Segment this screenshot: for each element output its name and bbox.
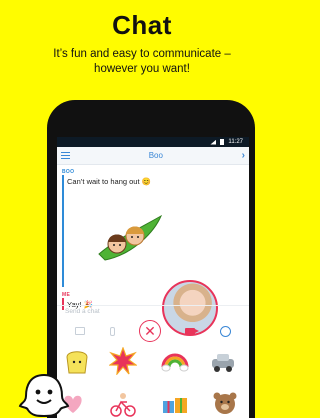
phone-screen: 11:27 Boo › BOO Can’t wait to hang out 😊…	[57, 137, 249, 418]
battery-icon	[220, 139, 225, 145]
chevron-right-icon[interactable]: ›	[242, 150, 245, 161]
snap-close-icon[interactable]: ✕	[138, 320, 161, 342]
rainbow-sticker[interactable]	[161, 347, 189, 375]
promo-title: Chat	[112, 10, 172, 40]
chat-header: Boo ›	[57, 147, 249, 165]
photo-icon[interactable]	[75, 327, 86, 335]
ghost-mascot-icon	[18, 373, 70, 418]
phone-icon[interactable]	[109, 326, 115, 336]
chat-input[interactable]: Send a chat	[57, 305, 249, 317]
promo-screen: Chat It’s fun and easy to communicate – …	[0, 0, 284, 418]
bear-sticker[interactable]	[211, 389, 239, 417]
promo-subtitle-line-1: It’s fun and easy to communicate –	[53, 48, 231, 60]
message-text-boo: Can’t wait to hang out 😊	[67, 177, 151, 186]
promo-subtitle: It’s fun and easy to communicate – howev…	[0, 47, 284, 77]
menu-icon[interactable]	[61, 152, 70, 159]
video-icon[interactable]	[185, 327, 200, 335]
status-bar: 11:27	[57, 137, 249, 147]
sticker-tray	[57, 345, 249, 418]
chat-title: Boo	[148, 151, 163, 160]
message-list: BOO Can’t wait to hang out 😊 ME Yay! 🎉	[57, 165, 249, 336]
bread-sticker[interactable]	[63, 347, 91, 375]
status-time: 11:27	[228, 139, 243, 145]
gifts-sticker[interactable]	[161, 389, 189, 417]
promo-subtitle-line-2: however you want!	[94, 63, 190, 75]
car-sticker[interactable]	[209, 347, 237, 375]
emoji-icon[interactable]	[219, 325, 231, 337]
peas-in-pod-sticker	[98, 214, 163, 261]
signal-icon	[210, 139, 217, 145]
message-bar-boo	[62, 175, 64, 287]
bicycle-sticker[interactable]	[109, 391, 137, 418]
chat-toolbar: ✕	[57, 317, 249, 345]
explosion-sticker[interactable]	[109, 347, 137, 375]
